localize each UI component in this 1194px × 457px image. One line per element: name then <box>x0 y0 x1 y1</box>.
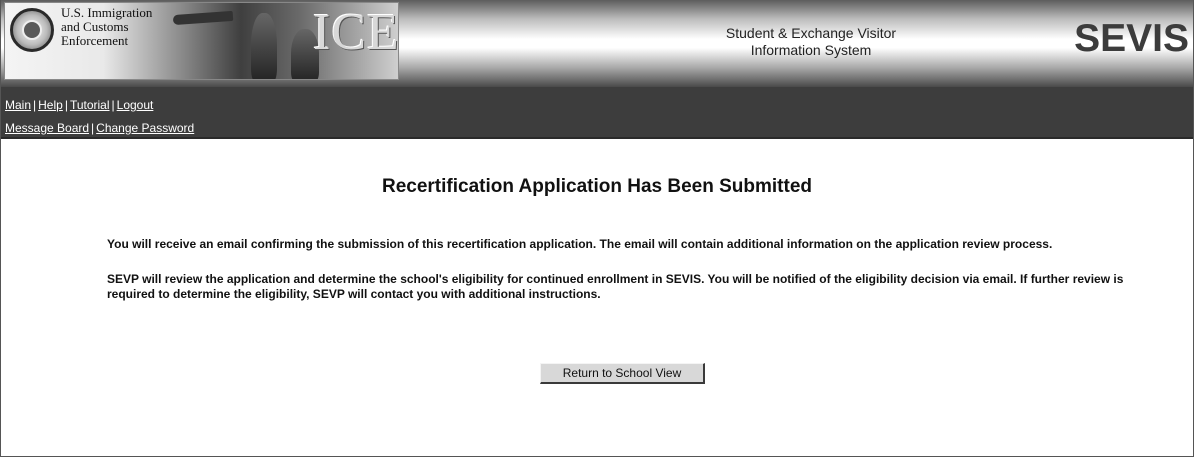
system-name: Student & Exchange Visitor Information S… <box>691 25 931 59</box>
agency-name-line-3: Enforcement <box>61 33 129 48</box>
ice-logo: ICE <box>313 4 399 61</box>
system-name-line-2: Information System <box>750 42 872 58</box>
dhs-seal-icon <box>10 8 54 52</box>
nav-link-change-password[interactable]: Change Password <box>96 121 194 135</box>
nav-row-primary: Main | Help | Tutorial | Logout <box>5 98 153 112</box>
nav-row-secondary: Message Board | Change Password <box>5 121 194 135</box>
review-message: SEVP will review the application and det… <box>107 272 1124 301</box>
nav-link-main[interactable]: Main <box>5 98 31 112</box>
system-name-line-1: Student & Exchange Visitor <box>725 25 897 41</box>
return-to-school-view-button[interactable]: Return to School View <box>540 363 705 384</box>
page-header: U.S. Immigration and Customs Enforcement… <box>1 0 1193 87</box>
nav-bar: Main | Help | Tutorial | Logout Message Board |… <box>1 87 1193 139</box>
agency-name: U.S. Immigration and Customs Enforcement <box>61 6 152 48</box>
helicopter-image <box>172 10 234 26</box>
nav-link-message-board[interactable]: Message Board <box>5 121 89 135</box>
nav-link-tutorial[interactable]: Tutorial <box>70 98 110 112</box>
sevis-logo: SEVIS <box>1074 17 1189 60</box>
nav-link-logout[interactable]: Logout <box>117 98 154 112</box>
nav-separator: | <box>111 98 115 112</box>
nav-separator: | <box>64 98 68 112</box>
nav-link-help[interactable]: Help <box>38 98 63 112</box>
agency-name-line-2: and Customs <box>61 19 129 34</box>
confirmation-message: You will receive an email confirming the… <box>107 237 1053 251</box>
officer-image <box>251 13 277 79</box>
page-title: Recertification Application Has Been Sub… <box>381 176 813 197</box>
ice-banner: U.S. Immigration and Customs Enforcement… <box>4 2 399 80</box>
agency-name-line-1: U.S. Immigration <box>61 5 153 20</box>
